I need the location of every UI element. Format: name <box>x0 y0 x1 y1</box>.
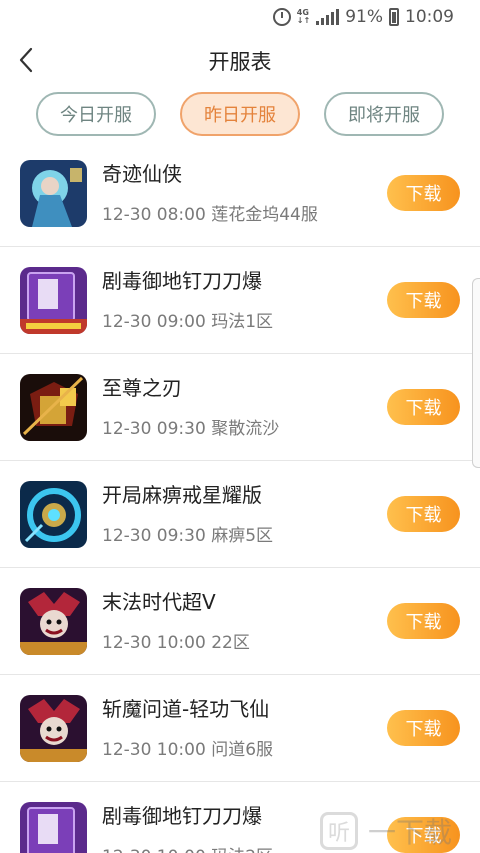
download-button[interactable]: 下载 <box>387 496 460 532</box>
game-name: 末法时代超V <box>102 590 216 614</box>
tab-bar: 今日开服 昨日开服 即将开服 <box>0 92 480 136</box>
blue-ring-icon <box>20 481 87 548</box>
tab-upcoming[interactable]: 即将开服 <box>324 92 444 136</box>
server-info: 12-30 08:00 莲花金坞44服 <box>102 205 318 225</box>
status-bar: 4G ↓↑ 91% 10:09 <box>0 0 480 34</box>
game-name: 斩魔问道-轻功飞仙 <box>102 697 270 721</box>
server-info: 12-30 09:30 麻痹5区 <box>102 526 274 546</box>
tab-yesterday[interactable]: 昨日开服 <box>180 92 300 136</box>
server-info: 12-30 10:00 22区 <box>102 633 250 653</box>
gold-blade-icon <box>20 374 87 441</box>
alarm-icon <box>272 8 291 26</box>
purple-book-icon <box>20 802 87 853</box>
page-title: 开服表 <box>208 50 272 74</box>
fantasy-warrior-icon <box>20 160 87 227</box>
jester-icon <box>20 588 87 655</box>
battery-percent: 91% <box>345 7 383 27</box>
game-name: 开局麻痹戒星耀版 <box>102 483 262 507</box>
game-name: 至尊之刃 <box>102 376 182 400</box>
server-info: 12-30 09:30 聚散流沙 <box>102 419 280 439</box>
jester-icon <box>20 695 87 762</box>
purple-book-icon <box>20 267 87 334</box>
download-button[interactable]: 下载 <box>387 710 460 746</box>
tab-today[interactable]: 今日开服 <box>36 92 156 136</box>
watermark-text: 一下载 <box>368 815 453 849</box>
signal-icon <box>316 9 340 25</box>
list-item[interactable]: 斩魔问道-轻功飞仙 12-30 10:00 问道6服 下载 <box>0 675 480 782</box>
server-info: 12-30 10:00 问道6服 <box>102 740 274 760</box>
clock: 10:09 <box>405 7 454 27</box>
watermark: 听 一下载 <box>320 808 480 853</box>
list-item[interactable]: 开局麻痹戒星耀版 12-30 09:30 麻痹5区 下载 <box>0 461 480 568</box>
list-item[interactable]: 末法时代超V 12-30 10:00 22区 下载 <box>0 568 480 675</box>
server-list[interactable]: 奇迹仙侠 12-30 08:00 莲花金坞44服 下载 剧毒御地钉刀刀爆 12-… <box>0 140 480 853</box>
edge-panel-handle[interactable] <box>472 278 480 468</box>
download-button[interactable]: 下载 <box>387 282 460 318</box>
list-item[interactable]: 至尊之刃 12-30 09:30 聚散流沙 下载 <box>0 354 480 461</box>
download-button[interactable]: 下载 <box>387 389 460 425</box>
list-item[interactable]: 奇迹仙侠 12-30 08:00 莲花金坞44服 下载 <box>0 140 480 247</box>
header: 开服表 <box>0 36 480 84</box>
game-name: 奇迹仙侠 <box>102 162 182 186</box>
server-info: 12-30 09:00 玛法1区 <box>102 312 274 332</box>
download-button[interactable]: 下载 <box>387 175 460 211</box>
download-button[interactable]: 下载 <box>387 603 460 639</box>
list-item[interactable]: 剧毒御地钉刀刀爆 12-30 09:00 玛法1区 下载 <box>0 247 480 354</box>
game-name: 剧毒御地钉刀刀爆 <box>102 804 262 828</box>
game-name: 剧毒御地钉刀刀爆 <box>102 269 262 293</box>
server-info: 12-30 10:00 玛法2区 <box>102 842 273 853</box>
battery-icon <box>389 8 399 26</box>
watermark-logo-icon: 听 <box>320 811 358 850</box>
network-type-icon: 4G ↓↑ <box>296 8 311 25</box>
